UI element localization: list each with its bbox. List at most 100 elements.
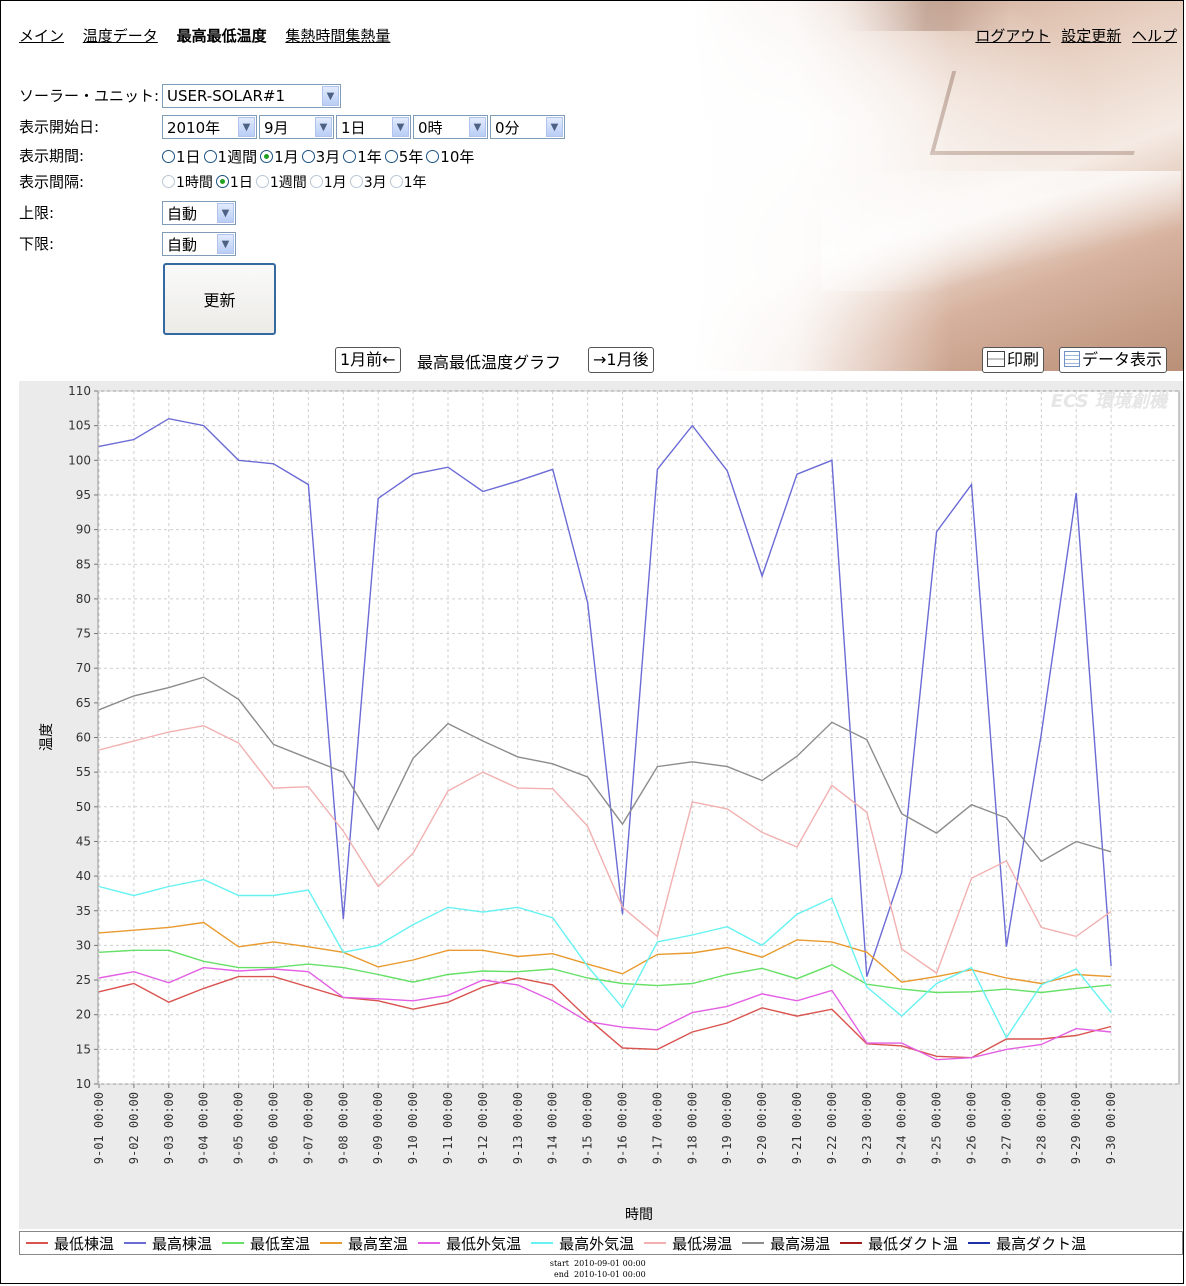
radio-button[interactable] [162,150,175,163]
radio-button[interactable] [349,175,363,188]
x-tick-label: 9-14 00:00 [546,1092,560,1164]
x-tick-label: 9-09 00:00 [371,1092,385,1164]
lower-label: 下限: [19,235,55,253]
interval-row: 表示間隔: [19,169,161,195]
graph-toolbar: 1月前← 最高最低温度グラフ →1月後 印刷 データ表示 [1,347,1183,377]
period-option[interactable]: 1週間 [203,146,257,167]
x-tick-label: 9-05 00:00 [232,1092,246,1164]
x-tick-label: 9-02 00:00 [127,1092,141,1164]
upper-row: 上限: [19,200,161,226]
radio-button[interactable] [215,175,229,188]
page-frame: メイン 温度データ 最高最低温度 集熱時間集熱量 ログアウト 設定更新 ヘルプ … [0,0,1184,1284]
nav-main[interactable]: メイン [19,27,64,45]
period-option-label: 5年 [398,148,424,166]
legend-swatch [124,1242,147,1244]
x-tick-label: 9-04 00:00 [197,1092,211,1164]
data-view-button[interactable]: データ表示 [1059,347,1168,373]
period-option[interactable]: 1日 [162,146,201,167]
print-button[interactable]: 印刷 [982,347,1045,373]
chevron-down-icon: ▼ [315,117,332,137]
legend-label: 最高外気温 [559,1234,635,1253]
start-day-select[interactable]: 1日 ▼ [336,115,411,139]
interval-option[interactable]: 1時間 [162,172,213,192]
temperature-chart: ECS 環境創機 10 15 20 25 30 35 40 45 50 55 60 65 70 75 80 8… [19,381,1183,1229]
y-tick-label: 90 [76,523,91,537]
nav-collection-time[interactable]: 集熱時間集熱量 [285,27,390,45]
y-tick-label: 70 [76,661,91,675]
prev-month-button[interactable]: 1月前← [335,347,401,373]
legend-item: 最低棟温 [26,1233,114,1254]
update-button[interactable]: 更新 [163,263,276,335]
period-option[interactable]: 3月 [301,146,341,167]
interval-option[interactable]: 1月 [309,172,347,192]
interval-option[interactable]: 1年 [389,172,427,192]
start-year-select[interactable]: 2010年 ▼ [162,115,257,139]
upper-limit-select[interactable]: 自動 ▼ [162,201,236,225]
start-month-select[interactable]: 9月 ▼ [259,115,334,139]
interval-option-label: 1時間 [176,175,213,191]
x-tick-label: 9-16 00:00 [616,1092,630,1164]
legend-item: 最高棟温 [124,1233,212,1254]
period-option-label: 3月 [315,148,341,166]
help-link[interactable]: ヘルプ [1132,27,1177,45]
legend-label: 最低ダクト温 [868,1234,959,1253]
y-tick-label: 35 [76,904,91,918]
period-option[interactable]: 5年 [384,146,424,167]
start-label: 表示開始日: [19,118,100,136]
y-tick-label: 10 [76,1077,91,1091]
legend-item: 最高室温 [320,1233,408,1254]
x-tick-label: 9-08 00:00 [336,1092,350,1164]
nav-temperature-data[interactable]: 温度データ [83,27,158,45]
y-tick-label: 100 [68,453,91,467]
x-axis: 9-01 00:00 9-02 00:00 9-03 00:00 9-04 00:00… [92,1084,1118,1164]
logout-link[interactable]: ログアウト [975,27,1050,45]
period-option-label: 10年 [440,148,475,166]
radio-button[interactable] [309,175,323,188]
lower-limit-select[interactable]: 自動 ▼ [162,232,236,256]
legend-item: 最高湯温 [742,1233,830,1254]
interval-option-label: 3月 [363,175,387,191]
radio-button[interactable] [255,175,269,188]
interval-option[interactable]: 1日 [215,172,253,192]
interval-label: 表示間隔: [19,173,85,191]
start-hour-select[interactable]: 0時 ▼ [413,115,488,139]
radio-button[interactable] [260,150,274,163]
interval-option[interactable]: 3月 [349,172,387,192]
radio-button[interactable] [343,150,357,163]
x-tick-label: 9-18 00:00 [685,1092,699,1164]
interval-option[interactable]: 1週間 [255,172,307,192]
legend-label: 最低室温 [250,1234,311,1253]
legend-label: 最高ダクト温 [996,1234,1087,1253]
unit-select[interactable]: USER-SOLAR#1 ▼ [162,84,341,108]
radio-button[interactable] [301,150,315,163]
period-option[interactable]: 1年 [343,146,382,167]
x-tick-label: 9-24 00:00 [895,1092,909,1164]
radio-button[interactable] [426,150,440,163]
period-option[interactable]: 1月 [260,146,299,167]
x-tick-label: 9-23 00:00 [860,1092,874,1164]
legend-label: 最低棟温 [54,1234,115,1253]
period-option-label: 1日 [176,148,201,166]
table-icon [1064,351,1080,367]
settings-link[interactable]: 設定更新 [1061,27,1121,45]
radio-button[interactable] [389,175,403,188]
date-range: start 2010-09-01 00:00 end 2010-10-01 00:0… [541,1258,646,1280]
legend-label: 最高湯温 [770,1234,831,1253]
graph-title: 最高最低温度グラフ [417,353,562,372]
legend-swatch [26,1242,48,1244]
legend-item: 最低外気温 [418,1233,521,1254]
radio-button[interactable] [384,150,398,163]
start-minute-select[interactable]: 0分 ▼ [490,115,565,139]
y-axis: 10 15 20 25 30 35 40 45 50 55 60 65 70 75 80 85 90 95 100 1… [68,384,98,1091]
x-tick-label: 9-15 00:00 [581,1092,595,1164]
y-tick-label: 20 [76,1008,91,1022]
unit-row: ソーラー・ユニット: [19,83,161,109]
radio-button[interactable] [203,150,217,163]
x-tick-label: 9-10 00:00 [406,1092,420,1164]
chevron-down-icon: ▼ [322,86,339,106]
next-month-button[interactable]: →1月後 [588,347,654,373]
period-option[interactable]: 10年 [426,146,474,167]
y-tick-label: 105 [68,419,91,433]
upper-label: 上限: [19,204,55,222]
radio-button[interactable] [162,175,175,188]
